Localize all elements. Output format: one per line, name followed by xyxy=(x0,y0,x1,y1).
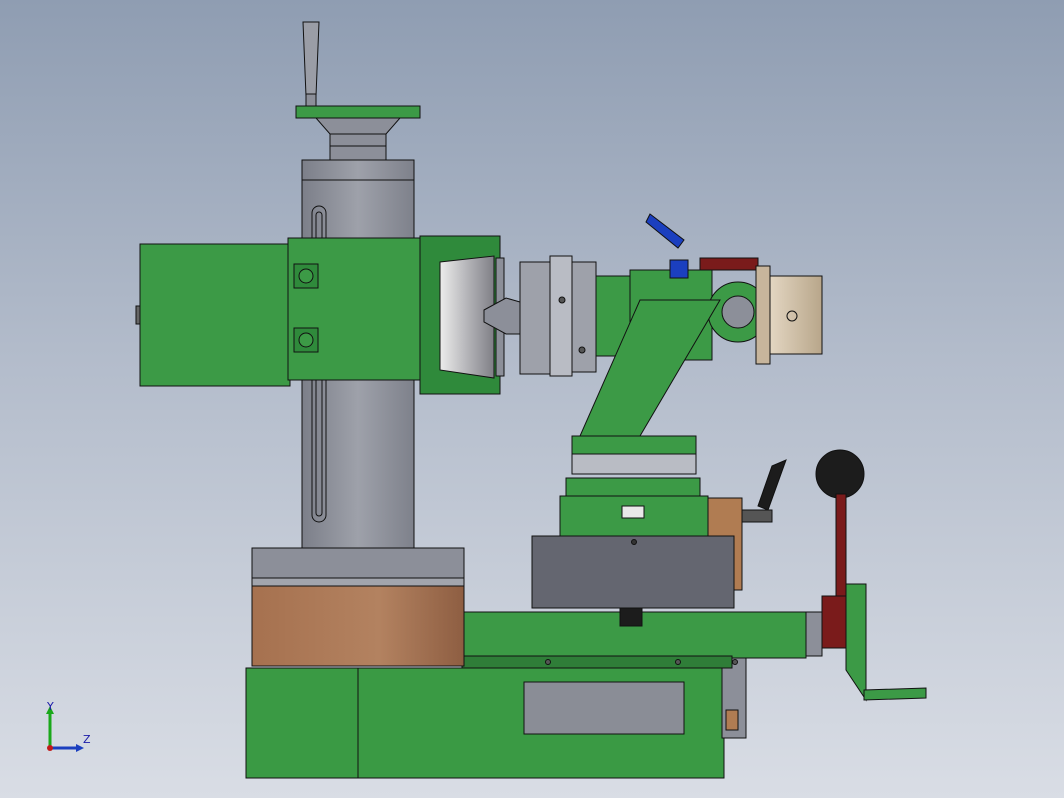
base-nameplate xyxy=(523,681,685,735)
x-axis-dot xyxy=(47,745,53,751)
cad-viewport[interactable]: Y Z xyxy=(0,0,1064,798)
machine-assembly-drawing xyxy=(135,21,927,779)
clamp-lever xyxy=(741,459,787,523)
z-axis-label: Z xyxy=(83,733,91,746)
work-head xyxy=(579,213,823,437)
column-collar xyxy=(251,547,465,667)
y-axis-label: Y xyxy=(47,700,54,713)
motor-housing xyxy=(135,235,505,395)
slide-rail xyxy=(461,607,823,669)
swivel-table xyxy=(531,435,743,609)
feed-handwheel xyxy=(815,449,927,702)
machine-base xyxy=(245,655,747,779)
